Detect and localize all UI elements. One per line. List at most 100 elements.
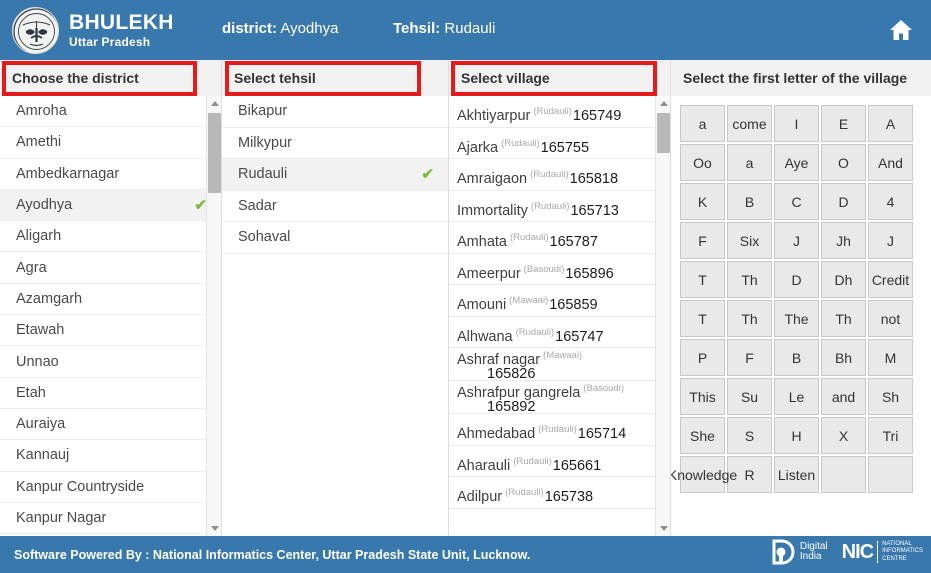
page-header: BHULEKH Uttar Pradesh district: Ayodhya … [0, 0, 931, 60]
letter-cell[interactable]: Credit [868, 261, 913, 298]
letter-cell[interactable]: P [680, 339, 725, 376]
column-header-tehsil: Select tehsil [222, 60, 449, 96]
letter-cell[interactable]: Bh [821, 339, 866, 376]
letter-cell[interactable]: M [868, 339, 913, 376]
letter-cell[interactable]: a [727, 144, 772, 181]
village-list-item[interactable]: Alhwana (Rudauli)165747 [449, 316, 670, 348]
tehsil-item-label: Rudauli [238, 166, 288, 183]
letter-cell[interactable]: Listen [774, 456, 819, 493]
district-item-label: Auraiya [16, 416, 66, 433]
letter-cell[interactable]: The [774, 300, 819, 337]
village-list-item[interactable]: Adilpur (Rudauli)165738 [449, 477, 670, 509]
letter-cell[interactable]: E [821, 105, 866, 142]
scrollbar-thumb[interactable] [657, 113, 670, 153]
letter-cell[interactable]: Dh [821, 261, 866, 298]
scroll-up-arrow-icon[interactable] [207, 96, 222, 111]
letter-cell[interactable]: I [774, 105, 819, 142]
village-list-item[interactable]: Ashraf nagar (Mawaai)165826 [449, 348, 670, 381]
tehsil-list-item[interactable]: Rudauli ✔ [222, 159, 448, 191]
letter-cell[interactable]: Th [727, 300, 772, 337]
district-list-item[interactable]: Etawah [0, 315, 221, 347]
letter-cell[interactable]: Six [727, 222, 772, 259]
letter-cell[interactable]: H [774, 417, 819, 454]
letter-cell[interactable]: O [821, 144, 866, 181]
village-list-item[interactable]: Ahmedabad (Rudauli)165714 [449, 414, 670, 446]
village-list-item[interactable]: Ajarka (Rudauli)165755 [449, 127, 670, 159]
tehsil-list-item[interactable]: Bikapur [222, 96, 448, 128]
village-list-item[interactable]: Amraigaon (Rudauli)165818 [449, 159, 670, 191]
letter-cell[interactable]: J [774, 222, 819, 259]
column-header-letter: Select the first letter of the village [671, 60, 931, 96]
district-item-label: Azamgarh [16, 290, 83, 307]
letter-cell[interactable]: Th [727, 261, 772, 298]
village-list-item[interactable] [449, 508, 670, 523]
letter-cell[interactable]: T [680, 300, 725, 337]
district-list-item[interactable]: Auraiya [0, 408, 221, 441]
home-icon[interactable] [887, 16, 915, 44]
letter-cell[interactable]: Tri [868, 417, 913, 454]
letter-cell[interactable]: 4 [868, 183, 913, 220]
district-item-label: Etawah [16, 322, 65, 339]
village-list-item[interactable]: Aharauli (Rudauli)165661 [449, 445, 670, 477]
tehsil-item-label: Sadar [238, 197, 277, 214]
village-list-item[interactable]: Amouni (Mawaai)165859 [449, 285, 670, 317]
letter-cell[interactable]: B [774, 339, 819, 376]
scrollbar-thumb[interactable] [208, 113, 221, 193]
letter-cell[interactable]: come [727, 105, 772, 142]
scroll-down-arrow-icon[interactable] [207, 521, 222, 536]
letter-cell[interactable]: Aye [774, 144, 819, 181]
letter-cell[interactable]: a [680, 105, 725, 142]
district-list-item[interactable]: Azamgarh [0, 283, 221, 316]
district-list-item[interactable]: Kanpur Nagar [0, 502, 221, 535]
district-list-item[interactable]: Unnao [0, 346, 221, 378]
district-list-item[interactable]: Agra [0, 252, 221, 284]
letter-cell[interactable]: This [680, 378, 725, 415]
letter-cell[interactable]: Knowledge [671, 456, 737, 493]
district-list-item[interactable]: Amethi [0, 127, 221, 159]
village-list-item[interactable]: Ashrafpur gangrela (Basoudi)165892 [449, 381, 670, 414]
letter-cell[interactable]: Sh [868, 378, 913, 415]
letter-cell[interactable]: She [680, 417, 725, 454]
letter-cell[interactable]: D [821, 183, 866, 220]
tehsil-list-item[interactable]: Milkypur [222, 127, 448, 159]
village-scrollbar[interactable] [655, 96, 670, 536]
letter-cell[interactable]: F [680, 222, 725, 259]
letter-cell[interactable]: Jh [821, 222, 866, 259]
letter-cell[interactable]: Le [774, 378, 819, 415]
letter-cell[interactable]: T [680, 261, 725, 298]
letter-cell[interactable]: X [821, 417, 866, 454]
letter-cell[interactable]: K [680, 183, 725, 220]
letter-cell[interactable]: D [774, 261, 819, 298]
tehsil-list-item[interactable]: Sohaval [222, 222, 448, 254]
letter-cell[interactable]: F [727, 339, 772, 376]
letter-cell[interactable]: Th [821, 300, 866, 337]
village-list-item[interactable]: Immortality (Rudauli)165713 [449, 190, 670, 222]
footer-credit-text: Software Powered By : National Informati… [14, 547, 531, 562]
scroll-down-arrow-icon[interactable] [656, 521, 671, 536]
letter-cell[interactable]: B [727, 183, 772, 220]
district-list-item[interactable]: Kannauj [0, 440, 221, 472]
letter-cell[interactable]: A [868, 105, 913, 142]
district-list-item[interactable]: Ambedkarnagar [0, 158, 221, 190]
letter-cell[interactable]: not [868, 300, 913, 337]
tehsil-list-item[interactable]: Sadar [222, 190, 448, 222]
letter-cell[interactable]: C [774, 183, 819, 220]
district-list-item[interactable]: Etah [0, 377, 221, 409]
letter-cell[interactable]: and [821, 378, 866, 415]
letter-cell[interactable]: And [868, 144, 913, 181]
letter-cell[interactable]: Oo [680, 144, 725, 181]
letter-cell[interactable]: J [868, 222, 913, 259]
district-list-item[interactable]: Ayodhya ✔ [0, 189, 221, 222]
scroll-up-arrow-icon[interactable] [656, 96, 671, 111]
header-tehsil: Tehsil: Rudauli [393, 20, 495, 37]
letter-cell[interactable]: Su [727, 378, 772, 415]
brand-title: BHULEKH [69, 10, 174, 34]
district-list-item[interactable]: Aligarh [0, 221, 221, 253]
village-list-item[interactable]: Akhtiyarpur (Rudauli)165749 [449, 96, 670, 128]
village-list-item[interactable]: Amhata (Rudauli)165787 [449, 222, 670, 254]
district-scrollbar[interactable] [206, 96, 221, 536]
letter-cell[interactable]: S [727, 417, 772, 454]
district-list-item[interactable]: Amroha [0, 96, 221, 128]
district-list-item[interactable]: Kanpur Countryside [0, 471, 221, 503]
village-list-item[interactable]: Ameerpur (Basoudi)165896 [449, 253, 670, 285]
